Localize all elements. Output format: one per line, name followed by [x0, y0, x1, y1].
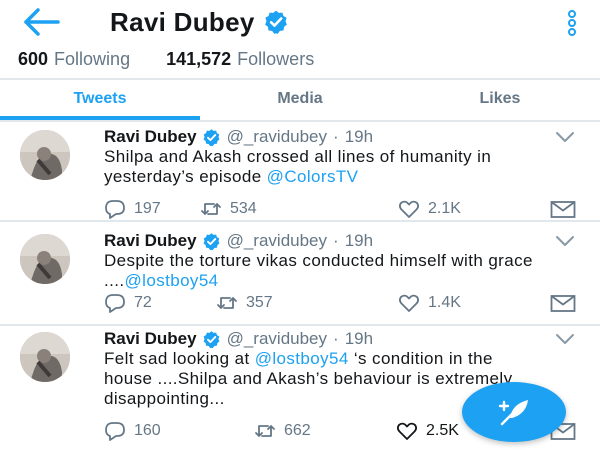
avatar-photo [20, 332, 70, 382]
direct-message-button[interactable] [550, 198, 576, 220]
tweet-menu-button[interactable] [554, 234, 576, 248]
verified-badge-icon [203, 128, 220, 146]
avatar-photo [20, 234, 70, 284]
avatar[interactable] [20, 234, 70, 284]
following-label: Following [54, 48, 131, 69]
followers-label: Followers [237, 48, 315, 69]
tweet-author-name[interactable]: Ravi Dubey [104, 231, 197, 251]
reply-button[interactable]: 197 [104, 198, 161, 220]
separator-dot: · [333, 329, 339, 348]
page-title: Ravi Dubey [110, 6, 255, 37]
chevron-down-icon [556, 236, 574, 246]
verified-badge-icon [264, 10, 287, 34]
verified-badge-icon [203, 232, 220, 250]
retweet-button[interactable]: 357 [216, 292, 273, 314]
tweet-author-handle[interactable]: @_ravidubey [227, 329, 327, 349]
tweet-menu-button[interactable] [554, 130, 576, 144]
tweet-header: Ravi Dubey @_ravidubey · 19h [104, 230, 373, 252]
like-count: 2.5K [426, 422, 459, 439]
tweet-author-handle[interactable]: @_ravidubey [227, 231, 327, 251]
tweet-author-name[interactable]: Ravi Dubey [104, 329, 197, 349]
tweet-timestamp[interactable]: 19h [345, 329, 373, 349]
compose-feather-icon [498, 400, 528, 426]
more-options-button[interactable] [560, 10, 584, 36]
retweet-button[interactable]: 534 [200, 198, 257, 220]
tweet-text: Shilpa and Akash crossed all lines of hu… [104, 147, 544, 187]
tweet-author-handle[interactable]: @_ravidubey [227, 127, 327, 147]
retweet-icon [201, 203, 221, 215]
tweet-header: Ravi Dubey @_ravidubey · 19h [104, 328, 373, 350]
like-button[interactable]: 2.1K [398, 198, 461, 220]
avatar[interactable] [20, 332, 70, 382]
retweet-icon [217, 297, 237, 309]
retweet-count: 662 [284, 422, 311, 439]
envelope-icon [550, 295, 576, 312]
tweet-menu-button[interactable] [554, 332, 576, 346]
tweet-header: Ravi Dubey @_ravidubey · 19h [104, 126, 373, 148]
mention-link[interactable]: @ColorsTV [267, 167, 359, 186]
reply-count: 197 [134, 200, 161, 217]
back-button[interactable] [22, 4, 62, 40]
following-count: 600 [18, 48, 49, 69]
envelope-icon [550, 201, 576, 218]
retweet-count: 357 [246, 294, 273, 311]
direct-message-button[interactable] [550, 292, 576, 314]
tab-likes[interactable]: Likes [400, 80, 600, 122]
retweet-count: 534 [230, 200, 257, 217]
following-stat[interactable]: 600 Following [18, 49, 130, 70]
chevron-down-icon [556, 334, 574, 344]
avatar[interactable] [20, 130, 70, 180]
tweet-item[interactable]: Ravi Dubey @_ravidubey · 19h Despite the… [0, 226, 600, 326]
like-count: 1.4K [428, 294, 461, 311]
tweet-item[interactable]: Ravi Dubey @_ravidubey · 19h Shilpa and … [0, 122, 600, 222]
avatar-photo [20, 130, 70, 180]
like-button[interactable]: 2.5K [396, 420, 459, 442]
followers-count: 141,572 [166, 48, 232, 69]
mention-link[interactable]: @lostboy54 [255, 349, 349, 368]
tweet-author-name[interactable]: Ravi Dubey [104, 127, 197, 147]
heart-icon [398, 294, 420, 312]
reply-icon [105, 294, 125, 313]
heart-icon [398, 200, 420, 218]
chevron-down-icon [556, 132, 574, 142]
vertical-dots-icon [568, 10, 576, 36]
like-button[interactable]: 1.4K [398, 292, 461, 314]
reply-button[interactable]: 72 [104, 292, 152, 314]
retweet-button[interactable]: 662 [254, 420, 311, 442]
tweet-text-part: Felt sad looking at [104, 349, 255, 368]
profile-title-wrap: Ravi Dubey [110, 4, 289, 40]
profile-stats: 600 Following 141,572 Followers [18, 46, 314, 72]
mention-link[interactable]: @lostboy54 [125, 271, 219, 290]
reply-count: 72 [134, 294, 152, 311]
tab-media[interactable]: Media [200, 80, 400, 122]
arrow-left-icon [24, 8, 60, 36]
compose-tweet-button[interactable] [462, 382, 566, 442]
tweet-timestamp[interactable]: 19h [345, 231, 373, 251]
verified-badge-icon [203, 330, 220, 348]
reply-icon [105, 200, 125, 219]
heart-icon [396, 422, 418, 440]
tweet-timestamp[interactable]: 19h [345, 127, 373, 147]
reply-count: 160 [134, 422, 161, 439]
retweet-icon [255, 425, 275, 437]
reply-button[interactable]: 160 [104, 420, 161, 442]
tweet-text: Despite the torture vikas conducted hims… [104, 251, 544, 291]
followers-stat[interactable]: 141,572 Followers [166, 49, 314, 70]
like-count: 2.1K [428, 200, 461, 217]
profile-header: Ravi Dubey [0, 0, 600, 44]
reply-icon [105, 422, 125, 441]
separator-dot: · [333, 127, 339, 146]
separator-dot: · [333, 231, 339, 250]
